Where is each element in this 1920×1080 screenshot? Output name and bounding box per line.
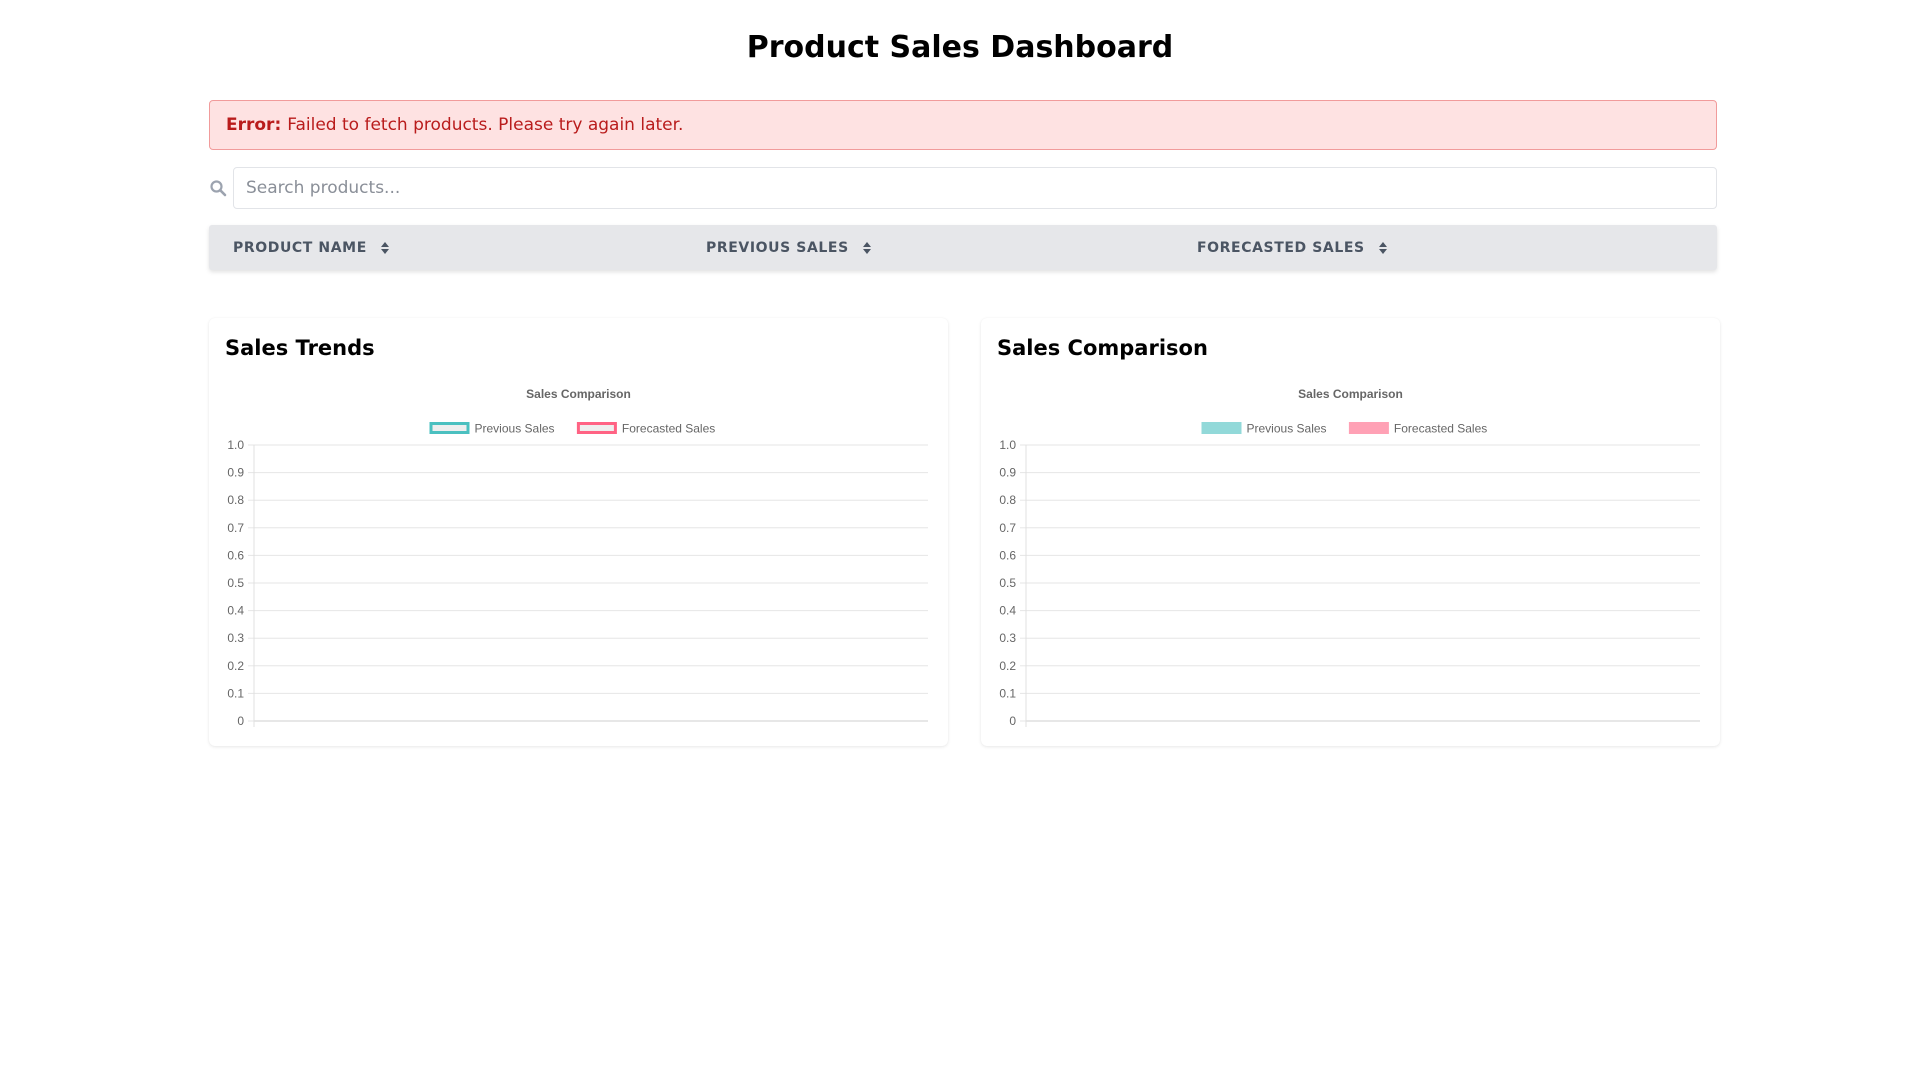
search-input[interactable] bbox=[233, 167, 1717, 209]
y-tick-label: 0.5 bbox=[999, 576, 1016, 590]
page-title: Product Sales Dashboard bbox=[746, 30, 1174, 65]
products-table-header: PRODUCT NAME PREVIOUS SALES FORECASTED S… bbox=[209, 225, 1717, 270]
y-tick-label: 0.4 bbox=[227, 604, 244, 618]
y-tick-label: 0.8 bbox=[999, 493, 1016, 507]
y-tick-label: 0.5 bbox=[227, 576, 244, 590]
legend-label: Previous Sales bbox=[475, 422, 555, 436]
sales-trends-card: Sales Trends Sales Comparison Previous Sa… bbox=[209, 318, 948, 746]
legend-swatch bbox=[429, 422, 470, 434]
y-tick-label: 0.8 bbox=[227, 493, 244, 507]
y-tick-label: 0.2 bbox=[999, 659, 1016, 673]
column-header-product-name[interactable]: PRODUCT NAME bbox=[233, 225, 389, 270]
legend-swatch bbox=[1201, 422, 1242, 434]
sales-comparison-chart: Sales Comparison Previous Sales Forecasted… bbox=[999, 387, 1700, 728]
y-tick-label: 0.1 bbox=[227, 686, 244, 700]
sales-comparison-card: Sales Comparison Sales Comparison Previou… bbox=[981, 318, 1720, 746]
y-tick-label: 0.1 bbox=[999, 686, 1016, 700]
column-header-previous-sales[interactable]: PREVIOUS SALES bbox=[706, 225, 871, 270]
y-tick-label: 0.3 bbox=[999, 631, 1016, 645]
column-header-label: PRODUCT NAME bbox=[233, 239, 367, 256]
sort-icon bbox=[862, 241, 871, 254]
y-tick-label: 0.2 bbox=[227, 659, 244, 673]
legend-label: Forecasted Sales bbox=[622, 422, 715, 436]
y-tick-label: 0.4 bbox=[999, 604, 1016, 618]
error-banner: Error: Failed to fetch products. Please … bbox=[209, 100, 1717, 150]
search-bar bbox=[209, 167, 1717, 209]
legend-label: Forecasted Sales bbox=[1394, 422, 1487, 436]
column-header-forecasted-sales[interactable]: FORECASTED SALES bbox=[1197, 225, 1387, 270]
column-header-label: FORECASTED SALES bbox=[1197, 239, 1365, 256]
y-tick-label: 0.7 bbox=[227, 521, 244, 535]
chart-title: Sales Comparison bbox=[1298, 387, 1403, 401]
y-tick-label: 0 bbox=[237, 714, 244, 728]
y-tick-label: 0 bbox=[1009, 714, 1016, 728]
y-tick-label: 1.0 bbox=[227, 438, 244, 452]
y-tick-label: 0.6 bbox=[227, 548, 244, 562]
sales-trends-chart: Sales Comparison Previous Sales Forecasted… bbox=[227, 387, 928, 728]
error-message: Failed to fetch products. Please try aga… bbox=[287, 115, 684, 135]
sort-icon bbox=[1378, 241, 1387, 254]
y-tick-label: 1.0 bbox=[999, 438, 1016, 452]
y-tick-label: 0.6 bbox=[999, 548, 1016, 562]
error-label: Error: bbox=[226, 115, 282, 135]
y-tick-label: 0.7 bbox=[999, 521, 1016, 535]
y-tick-label: 0.9 bbox=[999, 466, 1016, 480]
legend-swatch bbox=[576, 422, 617, 434]
column-header-label: PREVIOUS SALES bbox=[706, 239, 849, 256]
search-icon bbox=[210, 180, 227, 197]
y-tick-label: 0.9 bbox=[227, 466, 244, 480]
y-tick-label: 0.3 bbox=[227, 631, 244, 645]
chart-title: Sales Comparison bbox=[526, 387, 631, 401]
legend-swatch bbox=[1348, 422, 1389, 434]
legend-label: Previous Sales bbox=[1247, 422, 1327, 436]
sort-icon bbox=[380, 241, 389, 254]
